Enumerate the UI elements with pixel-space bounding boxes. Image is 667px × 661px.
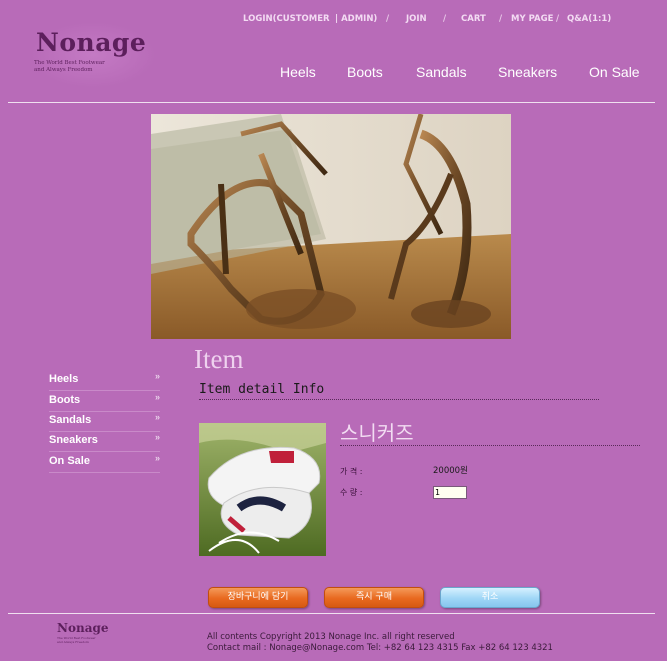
nav-separator: / [499,14,503,24]
footer-logo-tagline: and Always Freedom [57,640,89,644]
nav-separator: / [443,14,447,24]
price-label: 가 격 : [340,467,363,476]
price-value: 20000원 [433,466,468,476]
main-nav-sneakers[interactable]: Sneakers [498,64,557,80]
quantity-field[interactable]: 1 [433,486,467,499]
section-divider [199,399,599,400]
header-divider [8,102,655,103]
sidebar-item-boots[interactable]: Boots » [49,391,160,412]
sidebar-item-label: Heels [49,373,79,385]
chevron-right-icon: » [154,432,160,442]
footer-copyright: All contents Copyright 2013 Nonage Inc. … [207,632,455,642]
sidebar-item-label: Sandals [49,414,92,426]
login-customer-link[interactable]: LOGIN(CUSTOMER [243,14,330,24]
hero-heels-image [151,114,511,339]
cancel-button[interactable]: 취소 [440,587,540,608]
footer-contact: Contact mail : Nonage@Nonage.com Tel: +8… [207,643,553,653]
login-admin-link[interactable]: | ADMIN) [335,14,377,24]
main-nav-boots[interactable]: Boots [347,64,383,80]
logo-title: Nonage [36,28,147,57]
buy-now-button[interactable]: 즉시 구매 [324,587,424,608]
quantity-label: 수 량 : [340,488,363,497]
product-divider [340,445,640,446]
logo-tagline: and Always Freedom [34,67,93,73]
sidebar-item-label: On Sale [49,455,90,467]
cart-link[interactable]: CART [461,14,486,24]
chevron-right-icon: » [154,453,160,463]
add-to-cart-button[interactable]: 장바구니에 담기 [208,587,308,608]
mypage-link[interactable]: MY PAGE [511,14,553,24]
sidebar-item-sneakers[interactable]: Sneakers » [49,431,160,452]
main-nav-heels[interactable]: Heels [280,64,316,80]
chevron-right-icon: » [154,412,160,422]
footer-divider [8,613,655,614]
sidebar-item-sandals[interactable]: Sandals » [49,411,160,432]
chevron-right-icon: » [154,371,160,381]
sidebar-item-label: Boots [49,394,81,406]
sidebar-item-on-sale[interactable]: On Sale » [49,452,160,473]
site-logo[interactable]: Nonage The World Best Footwear and Alway… [30,22,156,88]
page-title: Item [194,344,244,374]
nav-separator: / [556,14,560,24]
footer-logo-title: Nonage [57,621,109,635]
section-title: Item detail Info [199,382,325,397]
chevron-right-icon: » [154,392,160,402]
footer-logo: Nonage The World Best Footwear and Alway… [55,621,117,647]
product-name: 스니커즈 [340,421,414,445]
qna-link[interactable]: Q&A(1:1) [567,14,611,24]
main-nav-on-sale[interactable]: On Sale [589,64,640,80]
logo-tagline: The World Best Footwear [34,60,105,66]
product-thumbnail [199,423,326,556]
main-nav-sandals[interactable]: Sandals [416,64,467,80]
sidebar-item-heels[interactable]: Heels » [49,370,160,391]
sidebar-item-label: Sneakers [49,434,98,446]
join-link[interactable]: JOIN [406,14,427,24]
nav-separator: / [386,14,390,24]
